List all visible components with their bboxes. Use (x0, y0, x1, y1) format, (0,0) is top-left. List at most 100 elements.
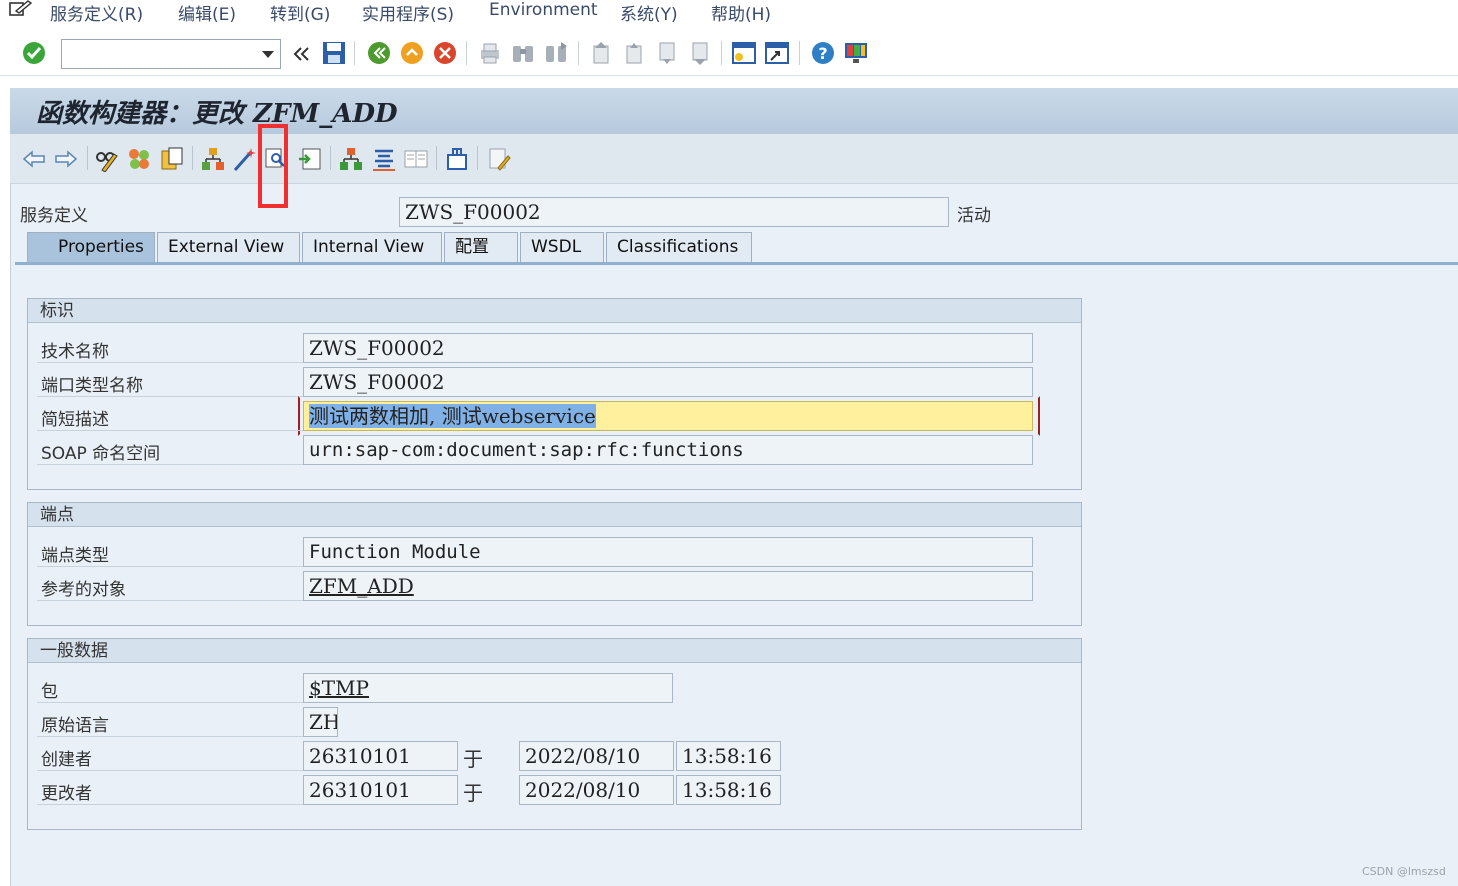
shortcut-icon[interactable] (764, 40, 790, 66)
menu-utilities[interactable]: 实用程序(S) (362, 0, 454, 25)
help-icon[interactable]: ? (810, 40, 836, 66)
changer-time-field[interactable]: 13:58:16 (676, 775, 781, 805)
row-divider (37, 464, 303, 465)
forward-arrow-icon[interactable] (53, 146, 79, 172)
page-title: 函数构建器：更改 ZFM_ADD (36, 99, 398, 129)
display-list-icon[interactable] (403, 146, 429, 172)
status-text: 活动 (957, 206, 991, 226)
toolbar-separator (87, 146, 88, 170)
chevron-down-icon[interactable] (262, 51, 274, 58)
soap-ns-field[interactable]: urn:sap-com:document:sap:rfc:functions (303, 435, 1033, 465)
creator-field[interactable]: 26310101 (303, 741, 458, 771)
save-icon[interactable] (321, 40, 347, 66)
application-toolbar (10, 134, 1458, 184)
creator-time-field[interactable]: 13:58:16 (676, 741, 781, 771)
navigation-icon[interactable] (371, 146, 397, 172)
menu-environment[interactable]: Environment (489, 0, 598, 22)
tab-configuration[interactable]: 配置 (444, 232, 518, 262)
creator-date-field[interactable]: 2022/08/10 (519, 741, 674, 771)
toolbar-separator (330, 146, 331, 170)
ref-object-field[interactable]: ZFM_ADD (303, 571, 1033, 601)
menu-service-definition[interactable]: 服务定义(R) (50, 0, 143, 25)
package-field[interactable]: $TMP (303, 673, 673, 703)
tab-external-view[interactable]: External View (157, 232, 300, 262)
row-divider (37, 702, 303, 703)
soap-ns-label: SOAP 命名空间 (41, 444, 161, 464)
tab-internal-view[interactable]: Internal View (302, 232, 442, 262)
short-desc-text: 测试两数相加, 测试webservice (309, 404, 596, 428)
find-next-icon[interactable] (543, 40, 569, 66)
previous-page-icon[interactable] (621, 40, 647, 66)
general-data-title: 一般数据 (28, 639, 1081, 663)
find-icon[interactable] (510, 40, 536, 66)
port-type-field[interactable]: ZWS_F00002 (303, 367, 1033, 397)
creator-at-label: 于 (463, 747, 483, 771)
tab-properties[interactable]: Properties (27, 232, 155, 262)
menu-help[interactable]: 帮助(H) (711, 0, 771, 25)
changer-field[interactable]: 26310101 (303, 775, 458, 805)
customize-layout-icon[interactable] (843, 40, 869, 66)
endpoint-title: 端点 (28, 503, 1081, 527)
menu-edit[interactable]: 编辑(E) (178, 0, 236, 25)
tab-classifications[interactable]: Classifications (606, 232, 752, 262)
next-page-icon[interactable] (654, 40, 680, 66)
changer-at-label: 于 (463, 781, 483, 805)
short-desc-label: 简短描述 (41, 410, 109, 430)
creator-label: 创建者 (41, 750, 92, 770)
command-field[interactable] (61, 39, 281, 69)
back-arrow-icon[interactable] (21, 146, 47, 172)
watermark: CSDN @lmszsd (1362, 865, 1446, 878)
tab-strip-line (15, 262, 1458, 265)
svg-text:?: ? (818, 44, 827, 63)
row-divider (37, 770, 303, 771)
package-label: 包 (41, 682, 58, 702)
cancel-icon[interactable] (432, 40, 458, 66)
double-arrow-icon[interactable] (289, 41, 315, 67)
menu-bar: 服务定义(R) 编辑(E) 转到(G) 实用程序(S) Environment … (0, 0, 1458, 30)
service-definition-field[interactable]: ZWS_F00002 (399, 197, 949, 227)
system-toolbar: ? (0, 30, 1458, 76)
port-type-label: 端口类型名称 (41, 376, 143, 396)
copy-icon[interactable] (159, 146, 185, 172)
row-divider (37, 430, 303, 431)
other-object-icon[interactable] (126, 146, 152, 172)
row-divider (37, 804, 303, 805)
tech-name-label: 技术名称 (41, 342, 109, 362)
changer-label: 更改者 (41, 784, 92, 804)
documentation-icon[interactable] (486, 146, 512, 172)
first-page-icon[interactable] (588, 40, 614, 66)
row-divider (37, 362, 303, 363)
new-session-icon[interactable] (731, 40, 757, 66)
wizard-icon[interactable] (232, 146, 258, 172)
row-divider (37, 396, 303, 397)
toolbar-separator (192, 146, 193, 170)
toolbar-separator (578, 41, 579, 65)
tab-wsdl[interactable]: WSDL (520, 232, 604, 262)
transport-icon[interactable] (444, 146, 470, 172)
menu-system[interactable]: 系统(Y) (620, 0, 678, 25)
menu-edit-icon[interactable] (8, 0, 34, 18)
short-desc-field[interactable]: 测试两数相加, 测试webservice (303, 401, 1033, 431)
changer-date-field[interactable]: 2022/08/10 (519, 775, 674, 805)
import-icon[interactable] (297, 146, 323, 172)
exit-icon[interactable] (399, 40, 425, 66)
toolbar-separator (799, 41, 800, 65)
toolbar-separator (477, 146, 478, 170)
enter-check-icon[interactable] (21, 40, 47, 66)
orig-lang-field[interactable]: ZH (303, 707, 338, 737)
menu-goto[interactable]: 转到(G) (270, 0, 330, 25)
tech-name-field[interactable]: ZWS_F00002 (303, 333, 1033, 363)
row-divider (37, 600, 303, 601)
print-icon[interactable] (477, 40, 503, 66)
endpoint-type-field[interactable]: Function Module (303, 537, 1033, 567)
hierarchy-icon[interactable] (200, 146, 226, 172)
toolbar-separator (436, 146, 437, 170)
last-page-icon[interactable] (687, 40, 713, 66)
orig-lang-label: 原始语言 (41, 716, 109, 736)
display-change-icon[interactable] (94, 146, 120, 172)
back-icon[interactable] (366, 40, 392, 66)
toolbar-separator (354, 41, 355, 65)
object-list-icon[interactable] (338, 146, 364, 172)
ref-object-label: 参考的对象 (41, 580, 126, 600)
endpoint-type-label: 端点类型 (41, 546, 109, 566)
